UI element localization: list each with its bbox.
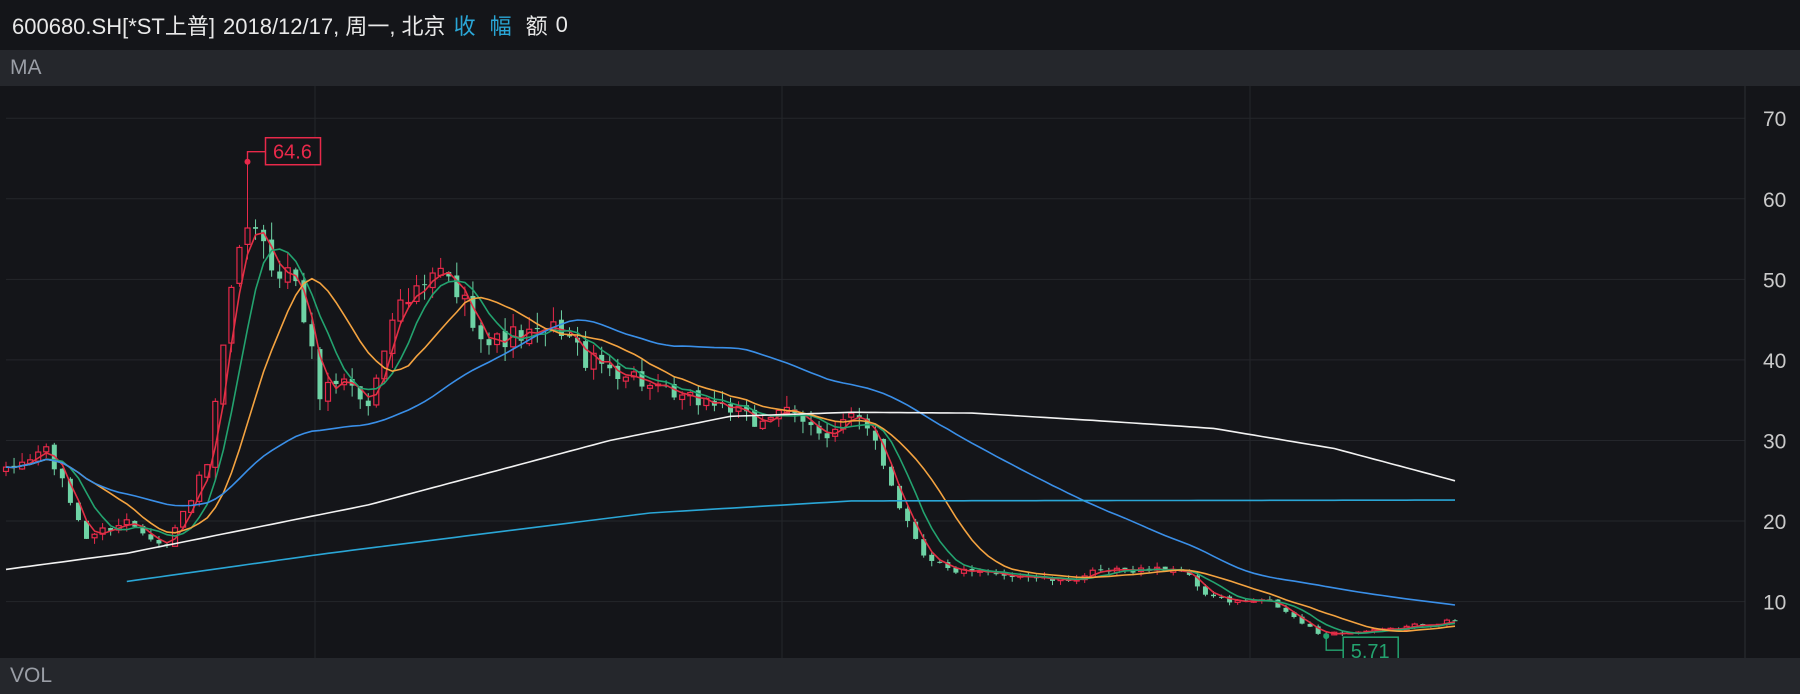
stock-symbol: 600680.SH[*ST上普] bbox=[12, 14, 215, 39]
close-label: 收 bbox=[453, 14, 476, 39]
candle-up bbox=[91, 533, 98, 539]
candle-down bbox=[486, 339, 492, 346]
candle-up bbox=[759, 420, 766, 430]
y-tick-label: 10 bbox=[1763, 592, 1786, 615]
candle-up bbox=[324, 381, 332, 402]
candle-down bbox=[478, 325, 484, 340]
candle-up bbox=[848, 412, 855, 418]
ma-line-cyan bbox=[126, 499, 1455, 583]
candle-up bbox=[646, 384, 654, 389]
y-tick-label: 70 bbox=[1763, 108, 1786, 131]
candle-up bbox=[405, 301, 412, 305]
candle-up bbox=[123, 519, 130, 526]
candle-up bbox=[244, 227, 251, 245]
vol-panel-title[interactable]: VOL bbox=[0, 658, 1800, 694]
min-label: 5.71 bbox=[1351, 641, 1390, 658]
quote-datetime: 2018/12/17, 周一, 北京 bbox=[223, 14, 446, 39]
y-tick-label: 60 bbox=[1763, 189, 1786, 212]
candle-down bbox=[937, 561, 943, 563]
y-tick-label: 40 bbox=[1763, 350, 1786, 373]
ma-line-green bbox=[5, 248, 1456, 635]
candle-down bbox=[1098, 569, 1104, 571]
candle-up bbox=[622, 376, 629, 382]
chart-header: 600680.SH[*ST上普] 2018/12/17, 周一, 北京 收 幅 … bbox=[0, 0, 1800, 50]
max-leader bbox=[246, 151, 266, 162]
candle-up bbox=[767, 416, 774, 420]
candle-up bbox=[236, 246, 243, 284]
candle-down bbox=[365, 400, 371, 407]
candle-down bbox=[277, 271, 283, 279]
ma-panel-title[interactable]: MA bbox=[0, 50, 1800, 86]
candlestick-chart[interactable]: 10 20 30 40 50 60 70 64.6 5.71 bbox=[0, 86, 1800, 658]
candle-down bbox=[253, 227, 259, 229]
candle-up bbox=[461, 294, 468, 300]
ma-line-white bbox=[5, 411, 1456, 571]
y-tick-label: 50 bbox=[1763, 269, 1786, 292]
candle-up bbox=[397, 299, 404, 322]
min-leader bbox=[1325, 636, 1344, 651]
amount-label: 额 bbox=[525, 14, 548, 39]
candle-down bbox=[422, 284, 428, 286]
candle-down bbox=[1452, 620, 1458, 622]
candle-down bbox=[607, 364, 613, 369]
candle-down bbox=[534, 327, 540, 330]
ma-line-orange bbox=[5, 277, 1456, 632]
y-tick-label: 20 bbox=[1763, 511, 1786, 534]
candle-down bbox=[1211, 594, 1216, 597]
change-label: 幅 bbox=[489, 14, 512, 39]
candle-down bbox=[470, 295, 476, 328]
candle-down bbox=[808, 422, 814, 426]
candle-down bbox=[824, 433, 830, 439]
candle-up bbox=[679, 394, 686, 401]
y-tick-label: 30 bbox=[1763, 430, 1786, 453]
candle-down bbox=[583, 341, 589, 368]
amount-value: 0 bbox=[555, 12, 568, 37]
candle-up bbox=[43, 446, 50, 453]
candle-down bbox=[929, 554, 935, 561]
max-label: 64.6 bbox=[273, 142, 312, 164]
candle-down bbox=[333, 380, 339, 384]
